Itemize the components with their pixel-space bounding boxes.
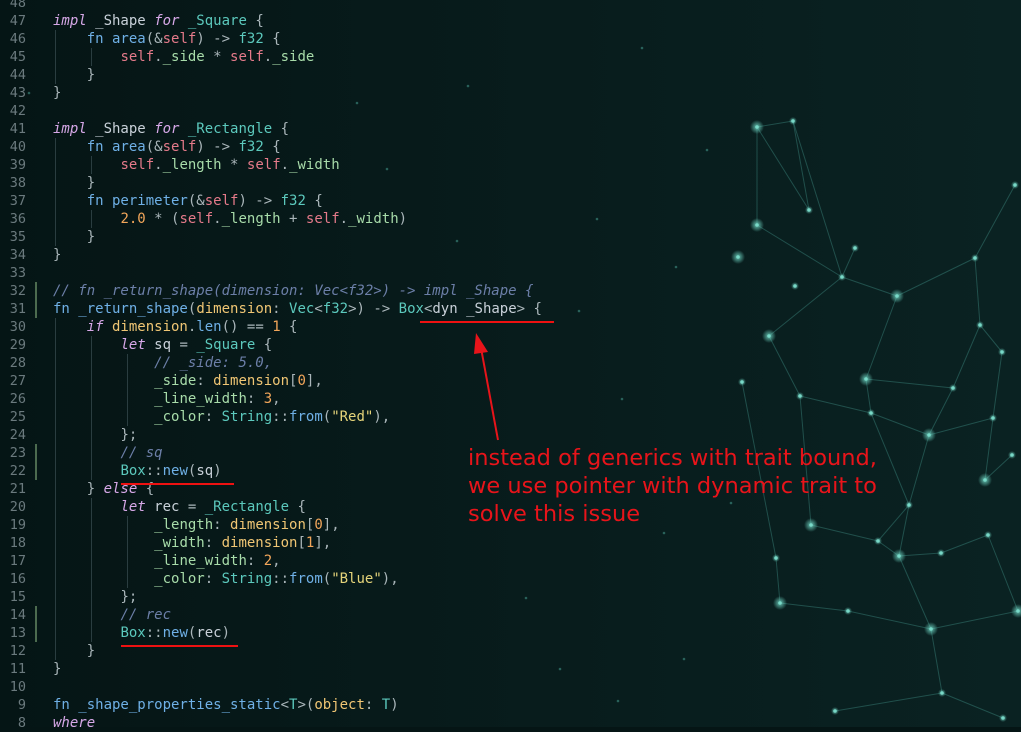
annotation-line-2: we use pointer with dynamic trait to [468,473,877,499]
annotation-arrow [474,333,499,441]
annotation-line-3: solve this issue [468,501,641,527]
annotation-line-1: instead of generics with trait bound, [468,445,877,471]
annotation-text: instead of generics with trait bound, we… [468,444,988,528]
